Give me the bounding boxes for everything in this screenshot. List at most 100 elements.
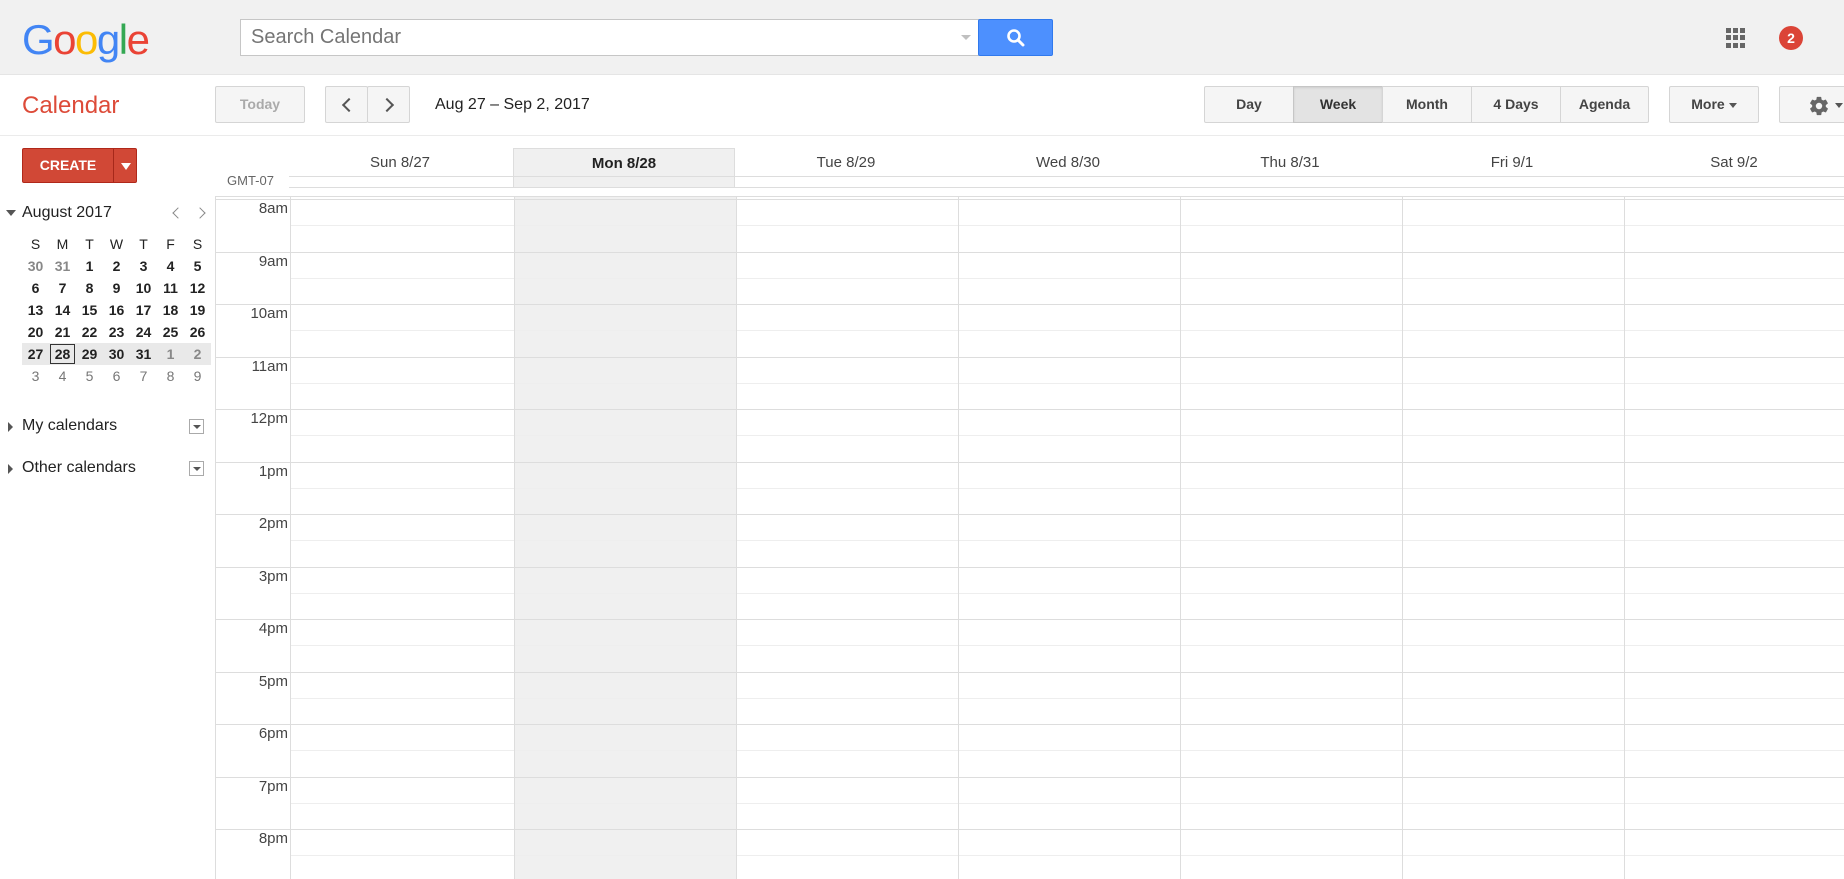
mini-day[interactable]: 6 (103, 365, 130, 387)
mini-day[interactable]: 16 (103, 299, 130, 321)
half-hour-gridline (290, 645, 1844, 647)
collapse-triangle-icon[interactable] (6, 210, 16, 216)
timezone-label: GMT-07 (227, 173, 274, 188)
hour-label: 10am (250, 305, 288, 322)
more-button[interactable]: More (1669, 86, 1759, 123)
create-options-dropdown[interactable] (113, 148, 137, 183)
settings-button[interactable] (1779, 86, 1844, 123)
weekday-label: T (139, 236, 148, 252)
mini-day[interactable]: 3 (130, 255, 157, 277)
logo-letter: e (126, 16, 150, 63)
mini-day[interactable]: 5 (76, 365, 103, 387)
mini-day[interactable]: 19 (184, 299, 211, 321)
hour-label: 7pm (258, 777, 288, 795)
next-period-button[interactable] (367, 86, 410, 123)
hour-label: 4pm (258, 620, 288, 637)
today-button[interactable]: Today (215, 86, 305, 123)
mini-calendar-next-icon[interactable] (194, 207, 206, 219)
mini-day[interactable]: 3 (22, 365, 49, 387)
mini-day[interactable]: 8 (157, 365, 184, 387)
mini-day[interactable]: 8 (76, 277, 103, 299)
half-hour-gridline (290, 435, 1844, 437)
mini-day[interactable]: 26 (184, 321, 211, 343)
mini-day[interactable]: 9 (103, 277, 130, 299)
mini-day[interactable]: 17 (130, 299, 157, 321)
mini-day[interactable]: 4 (49, 365, 76, 387)
date-range-label: Aug 27 – Sep 2, 2017 (435, 96, 590, 113)
mini-day[interactable]: 2 (184, 343, 211, 365)
mini-day[interactable]: 11 (157, 277, 184, 299)
expand-triangle-icon (8, 422, 13, 432)
my-calendars-label: My calendars (22, 417, 118, 434)
view-week-button[interactable]: Week (1293, 86, 1383, 123)
hour-gridline (216, 199, 1844, 200)
all-day-row[interactable] (289, 176, 1844, 188)
weekday-label: W (109, 236, 124, 252)
hour-label: 8am (258, 200, 288, 217)
view-month-button[interactable]: Month (1382, 86, 1472, 123)
view-agenda-button[interactable]: Agenda (1560, 86, 1649, 123)
create-button[interactable]: CREATE (22, 148, 114, 183)
my-calendars-menu-icon[interactable] (189, 419, 204, 434)
mini-day[interactable]: 7 (130, 365, 157, 387)
search-options-dropdown-icon[interactable] (961, 35, 971, 40)
mini-day[interactable]: 25 (157, 321, 184, 343)
mini-day[interactable]: 6 (22, 277, 49, 299)
weekday-label: M (56, 236, 69, 252)
current-week-row: 27 28 29 30 31 1 2 (22, 343, 211, 365)
mini-day[interactable]: 4 (157, 255, 184, 277)
search-input[interactable] (241, 20, 941, 55)
logo-letter: l (118, 16, 128, 63)
mini-day[interactable]: 1 (157, 343, 184, 365)
mini-day[interactable]: 22 (76, 321, 103, 343)
apps-grid-icon[interactable] (1726, 28, 1746, 48)
mini-day[interactable]: 9 (184, 365, 211, 387)
previous-period-button[interactable] (325, 86, 368, 123)
mini-calendar-month-label[interactable]: August 2017 (22, 204, 112, 222)
view-day-button[interactable]: Day (1204, 86, 1294, 123)
mini-day[interactable]: 2 (103, 255, 130, 277)
mini-day[interactable]: 31 (49, 255, 76, 277)
mini-day[interactable]: 10 (130, 277, 157, 299)
mini-day[interactable]: 15 (76, 299, 103, 321)
mini-day[interactable]: 5 (184, 255, 211, 277)
mini-day[interactable]: 29 (76, 343, 103, 365)
view-4days-button[interactable]: 4 Days (1471, 86, 1561, 123)
time-grid[interactable]: 8am 9am 10am 11am 12pm 1pm 2pm 3pm 4pm 5pm 6pm 7pm 8… (215, 197, 1844, 879)
google-logo[interactable]: Google (22, 16, 150, 63)
mini-day[interactable]: 24 (130, 321, 157, 343)
hour-label: 11am (251, 357, 288, 375)
hour-gridline (216, 724, 1844, 725)
other-calendars-section[interactable]: Other calendars (6, 459, 206, 479)
mini-day[interactable]: 1 (76, 255, 103, 277)
mini-day-today[interactable]: 28 (49, 343, 76, 365)
hour-gridline (216, 356, 1844, 358)
mini-day[interactable]: 21 (49, 321, 76, 343)
half-hour-gridline (290, 592, 1844, 594)
mini-day[interactable]: 31 (130, 343, 157, 365)
mini-day[interactable]: 14 (49, 299, 76, 321)
search-button[interactable] (978, 19, 1053, 56)
mini-calendar-prev-icon[interactable] (172, 207, 184, 219)
top-bar: Google 2 (0, 0, 1844, 75)
mini-day[interactable]: 23 (103, 321, 130, 343)
caret-down-icon (1835, 103, 1843, 108)
mini-day[interactable]: 13 (22, 299, 49, 321)
hour-label: 2pm (258, 515, 288, 532)
mini-calendar: S M T W T F S 30 31 1 2 3 4 5 6 7 8 9 10… (22, 233, 211, 387)
hour-label: 12pm (250, 410, 288, 427)
mini-day[interactable]: 7 (49, 277, 76, 299)
mini-day[interactable]: 12 (184, 277, 211, 299)
mini-day[interactable]: 30 (22, 255, 49, 277)
other-calendars-menu-icon[interactable] (189, 461, 204, 476)
half-hour-gridline (290, 750, 1844, 752)
my-calendars-section[interactable]: My calendars (6, 417, 206, 437)
mini-day[interactable]: 20 (22, 321, 49, 343)
mini-day[interactable]: 18 (157, 299, 184, 321)
notification-badge[interactable]: 2 (1779, 26, 1803, 50)
mini-day[interactable]: 30 (103, 343, 130, 365)
hour-gridline (216, 514, 1844, 515)
mini-day[interactable]: 27 (22, 343, 49, 365)
half-hour-gridline (290, 697, 1844, 699)
toolbar-divider (0, 135, 1844, 136)
